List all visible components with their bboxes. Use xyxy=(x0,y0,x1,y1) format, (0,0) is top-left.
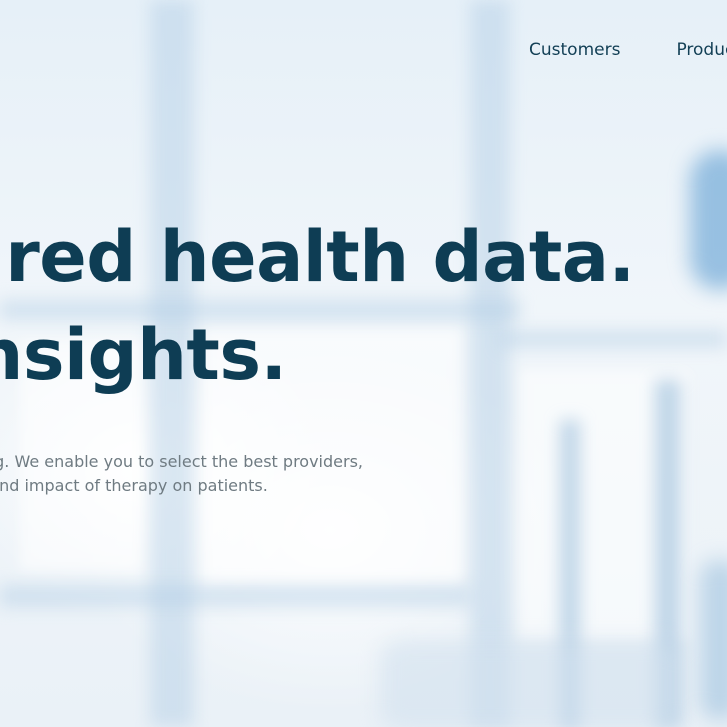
nav-link-products[interactable]: Produc xyxy=(676,38,727,62)
nav-link-customers[interactable]: Customers xyxy=(529,38,620,62)
hero-description: gh the fog. We enable you to select the … xyxy=(0,450,727,504)
hero-headline: ctured health data. insights. xyxy=(0,206,727,416)
hero-headline-line-1: ctured health data. xyxy=(0,216,635,298)
top-navigation: Customers Produc xyxy=(529,38,727,62)
hero-description-line-2: se and impact of therapy on patients. xyxy=(0,476,268,495)
hero-headline-line-2: insights. xyxy=(0,314,287,396)
hero-description-line-1: gh the fog. We enable you to select the … xyxy=(0,452,363,471)
